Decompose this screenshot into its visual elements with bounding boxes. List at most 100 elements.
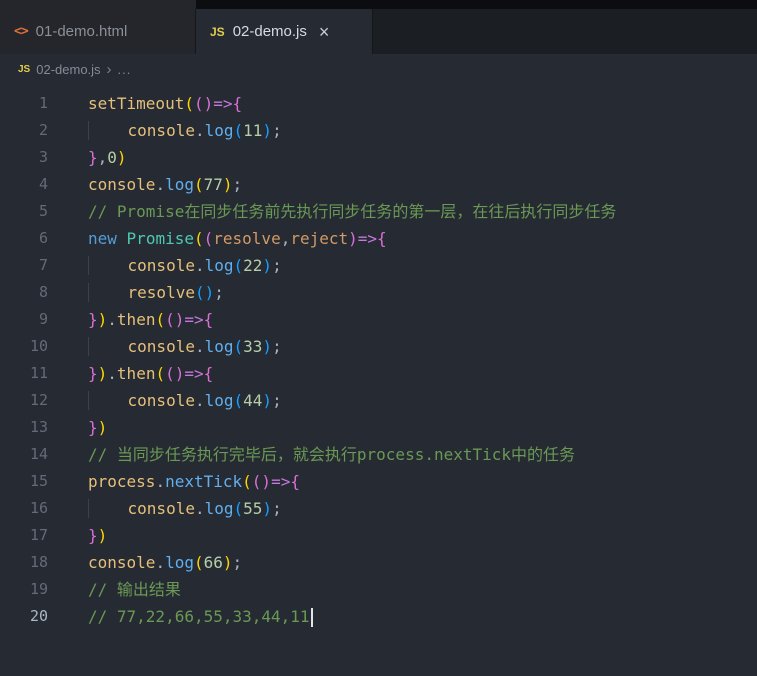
code-token: )	[174, 364, 185, 383]
code-token: 11	[243, 121, 263, 140]
line-number[interactable]: 15	[0, 468, 48, 495]
code-line[interactable]: 20 // 77,22,66,55,33,44,11	[0, 603, 757, 630]
code-token: log	[204, 391, 234, 410]
code-token: )	[262, 337, 273, 356]
code-line[interactable]: 3},0)	[0, 144, 757, 171]
line-number[interactable]: 18	[0, 549, 48, 576]
code-token: ;	[232, 553, 243, 572]
code-token: resolve	[127, 283, 195, 302]
code-text: console.log(33);	[48, 333, 282, 360]
code-line[interactable]: 14 // 当同步任务执行完毕后，就会执行process.nextTick中的任务	[0, 441, 757, 468]
code-token: ;	[272, 337, 282, 356]
code-line[interactable]: 6 new Promise((resolve,reject)=>{	[0, 225, 757, 252]
code-line[interactable]: 18 console.log(66);	[0, 549, 757, 576]
line-number[interactable]: 13	[0, 414, 48, 441]
code-token: =>	[271, 472, 291, 491]
code-token: nextTick	[165, 472, 243, 491]
code-line[interactable]: 12 console.log(44);	[0, 387, 757, 414]
code-text: // 77,22,66,55,33,44,11	[48, 603, 313, 630]
code-token: log	[204, 337, 234, 356]
code-text: }).then(()=>{	[48, 360, 213, 387]
code-line[interactable]: 17})	[0, 522, 757, 549]
code-text: // 输出结果	[48, 576, 181, 603]
code-token: log	[204, 256, 234, 275]
code-token: console	[127, 121, 195, 140]
code-token: console	[127, 499, 195, 518]
code-token: )	[97, 526, 108, 545]
line-number[interactable]: 7	[0, 252, 48, 279]
code-line[interactable]: 4 console.log(77);	[0, 171, 757, 198]
code-line[interactable]: 9}).then(()=>{	[0, 306, 757, 333]
line-number[interactable]: 6	[0, 225, 48, 252]
code-text: console.log(55);	[48, 495, 282, 522]
line-number[interactable]: 11	[0, 360, 48, 387]
code-line[interactable]: 19 // 输出结果	[0, 576, 757, 603]
code-token	[88, 121, 128, 140]
code-text: // Promise在同步任务前先执行同步任务的第一层，在往后执行同步任务	[48, 198, 616, 225]
code-token: (	[251, 472, 262, 491]
code-token: .	[194, 499, 205, 518]
code-token: console	[127, 391, 195, 410]
line-number[interactable]: 4	[0, 171, 48, 198]
code-token: (	[184, 94, 194, 113]
code-line[interactable]: 13})	[0, 414, 757, 441]
code-token: 33	[243, 337, 263, 356]
line-number[interactable]: 1	[0, 90, 48, 117]
code-token: =>	[184, 364, 204, 383]
code-text: console.log(22);	[48, 252, 282, 279]
code-token: (	[165, 364, 175, 383]
code-line[interactable]: 7 console.log(22);	[0, 252, 757, 279]
text-cursor	[310, 608, 313, 627]
close-icon[interactable]: ×	[319, 23, 330, 41]
code-token: }	[88, 418, 98, 437]
breadcrumb-symbol[interactable]: ...	[118, 62, 132, 77]
code-text: new Promise((resolve,reject)=>{	[48, 225, 387, 252]
line-number[interactable]: 20	[0, 603, 48, 630]
line-number[interactable]: 2	[0, 117, 48, 144]
code-token: 44	[243, 391, 263, 410]
breadcrumb-file[interactable]: 02-demo.js	[36, 62, 100, 77]
code-token: (	[233, 256, 244, 275]
code-token: .	[155, 472, 166, 491]
code-token: process	[88, 472, 156, 491]
code-token: )	[262, 121, 273, 140]
code-line[interactable]: 10 console.log(33);	[0, 333, 757, 360]
code-token: }	[88, 148, 98, 167]
code-token: ;	[272, 391, 282, 410]
code-token: )	[262, 391, 273, 410]
code-token: (	[193, 553, 204, 572]
code-line[interactable]: 5 // Promise在同步任务前先执行同步任务的第一层，在往后执行同步任务	[0, 198, 757, 225]
line-number[interactable]: 9	[0, 306, 48, 333]
tab-02-demo-js[interactable]: JS 02-demo.js ×	[196, 9, 373, 54]
code-editor[interactable]: 1 setTimeout(()=>{2 console.log(11); 3},0)…	[0, 84, 757, 676]
code-token: )	[97, 418, 108, 437]
code-token: (	[233, 499, 244, 518]
code-line[interactable]: 8 resolve();	[0, 279, 757, 306]
code-line[interactable]: 1 setTimeout(()=>{	[0, 90, 757, 117]
tab-01-demo-html[interactable]: <> 01-demo.html	[0, 9, 196, 54]
line-number[interactable]: 8	[0, 279, 48, 306]
code-token: ,	[280, 229, 291, 248]
code-line[interactable]: 15 process.nextTick(()=>{	[0, 468, 757, 495]
code-token	[88, 337, 128, 356]
code-token: =>	[357, 229, 378, 248]
line-number[interactable]: 12	[0, 387, 48, 414]
line-number[interactable]: 17	[0, 522, 48, 549]
code-token: }	[88, 364, 98, 383]
line-number[interactable]: 16	[0, 495, 48, 522]
line-number[interactable]: 19	[0, 576, 48, 603]
line-number[interactable]: 14	[0, 441, 48, 468]
code-token: =>	[213, 94, 233, 113]
code-line[interactable]: 2 console.log(11);	[0, 117, 757, 144]
line-number[interactable]: 5	[0, 198, 48, 225]
titlebar-right-segment	[196, 0, 757, 9]
code-token: (	[194, 283, 205, 302]
line-number[interactable]: 3	[0, 144, 48, 171]
code-line[interactable]: 16 console.log(55);	[0, 495, 757, 522]
code-line[interactable]: 11}).then(()=>{	[0, 360, 757, 387]
code-token: (	[233, 391, 244, 410]
line-number[interactable]: 10	[0, 333, 48, 360]
code-token: console	[88, 175, 156, 194]
code-token: ;	[232, 175, 243, 194]
code-token: (	[193, 229, 204, 248]
